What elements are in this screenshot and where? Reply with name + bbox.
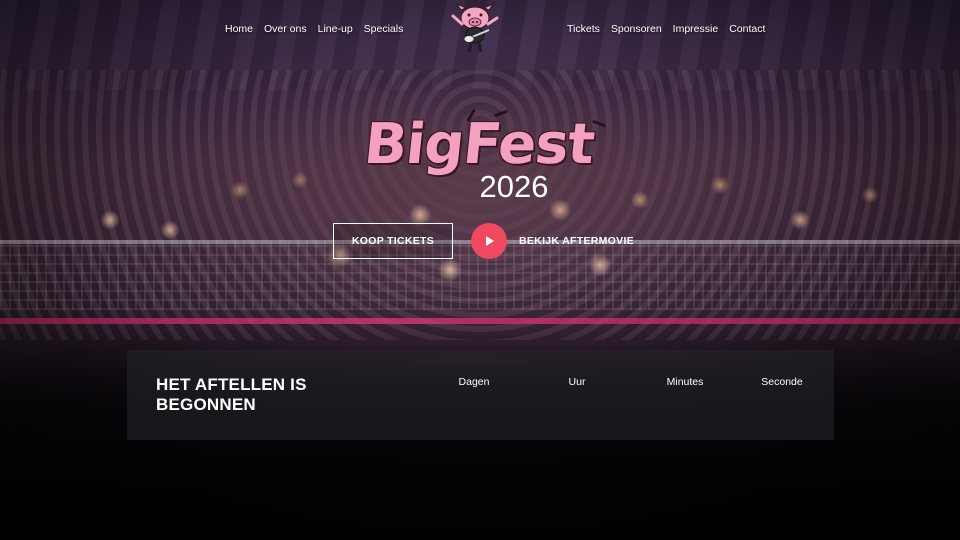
koop-tickets-button[interactable]: KOOP TICKETS (333, 223, 453, 259)
play-aftermovie-button[interactable] (471, 223, 507, 259)
nav-sponsoren[interactable]: Sponsoren (611, 23, 662, 35)
nav-contact[interactable]: Contact (729, 23, 765, 35)
brand-name: BigFest (361, 112, 597, 177)
nav-specials[interactable]: Specials (364, 23, 404, 35)
vignette (0, 0, 960, 540)
main-nav-left: Home Over ons Line-up Specials (225, 23, 403, 35)
countdown-title: HET AFTELLEN IS BEGONNEN (156, 375, 307, 414)
bekijk-aftermovie-link[interactable]: BEKIJK AFTERMOVIE (519, 235, 634, 247)
festival-brand: BigFest 2026 (344, 108, 614, 212)
nav-tickets[interactable]: Tickets (567, 23, 600, 35)
hero-background (0, 0, 960, 540)
countdown-panel: HET AFTELLEN IS BEGONNEN Dagen Uur Minut… (127, 350, 834, 440)
nav-over-ons[interactable]: Over ons (264, 23, 307, 35)
countdown-unit-seconde: Seconde (761, 376, 803, 388)
play-icon (486, 236, 494, 246)
nav-impressie[interactable]: Impressie (673, 23, 719, 35)
nav-home[interactable]: Home (225, 23, 253, 35)
pig-logo-icon[interactable] (447, 2, 503, 54)
countdown-unit-dagen: Dagen (458, 376, 490, 388)
nav-line-up[interactable]: Line-up (318, 23, 353, 35)
main-nav-right: Tickets Sponsoren Impressie Contact (567, 23, 765, 35)
countdown-unit-minutes: Minutes (666, 376, 704, 388)
countdown-unit-uur: Uur (568, 376, 586, 388)
